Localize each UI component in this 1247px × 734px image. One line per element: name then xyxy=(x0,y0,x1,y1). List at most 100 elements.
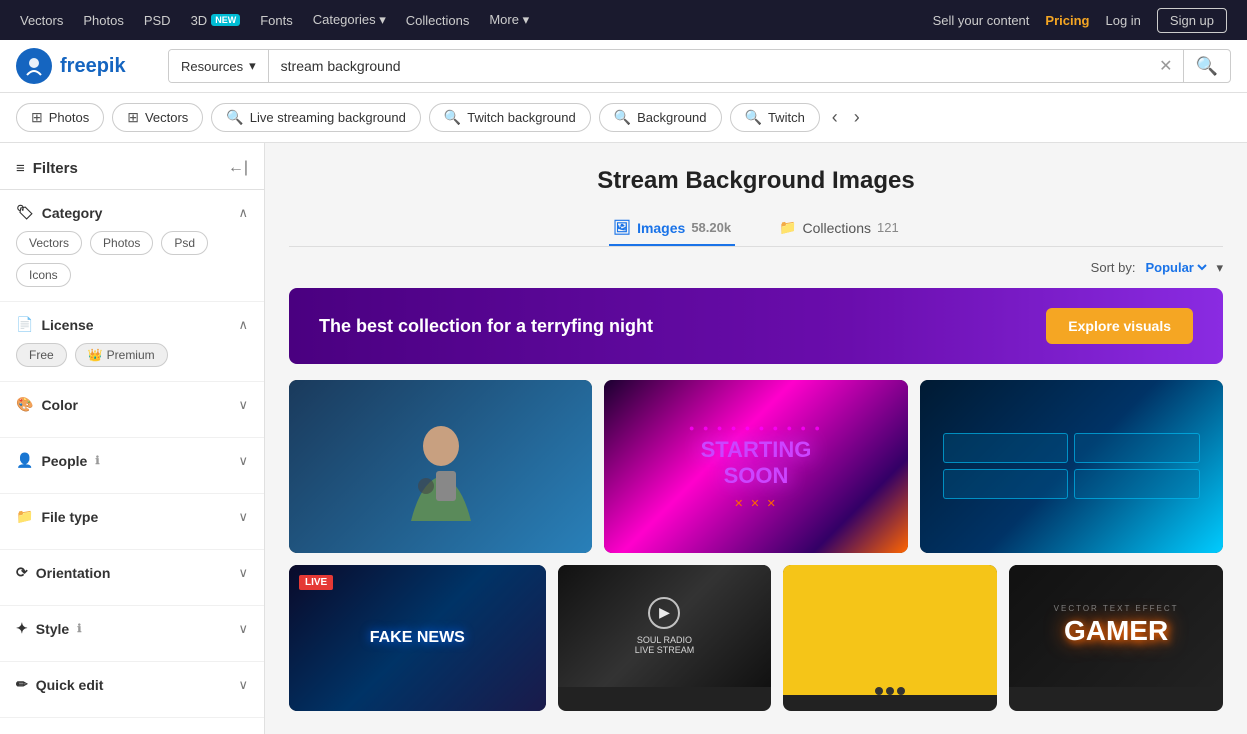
category-icon: 🏷 xyxy=(16,204,34,221)
category-tags: Vectors Photos Psd Icons xyxy=(16,231,248,287)
style-info-icon: ℹ xyxy=(77,622,81,635)
chip-background[interactable]: 🔍 Background xyxy=(599,103,722,132)
clear-search-button[interactable]: ✕ xyxy=(1149,50,1182,82)
filters-title: ≡ Filters xyxy=(16,160,78,177)
style-header[interactable]: ✦ Style ℹ ∨ xyxy=(16,620,248,637)
category-header[interactable]: 🏷 Category ∧ xyxy=(16,204,248,221)
filetype-chevron-icon: ∨ xyxy=(238,509,248,525)
content-area: Stream Background Images 🖼 Images 58.20k… xyxy=(265,143,1247,734)
image-card-5[interactable]: ▶ SOUL RADIOLIVE STREAM xyxy=(558,565,772,711)
orientation-title: ⟳ Orientation xyxy=(16,564,110,581)
license-icon: 📄 xyxy=(16,316,33,333)
category-psd[interactable]: Psd xyxy=(161,231,208,255)
nav-login[interactable]: Log in xyxy=(1105,13,1140,28)
search-wrapper: Resources ▾ ✕ 🔍 xyxy=(168,49,1231,83)
chip-live-streaming[interactable]: 🔍 Live streaming background xyxy=(211,103,421,132)
promo-banner: The best collection for a terryfing nigh… xyxy=(289,288,1223,364)
orientation-header[interactable]: ⟳ Orientation ∨ xyxy=(16,564,248,581)
image-grid-row-2: LIVE FAKE NEWS ▶ SOUL RADIOLIVE STREAM xyxy=(289,565,1223,711)
people-chevron-icon: ∨ xyxy=(238,453,248,469)
sidebar-section-category: 🏷 Category ∧ Vectors Photos Psd Icons xyxy=(0,190,264,302)
image-card-7[interactable]: VECTOR TEXT EFFECT GAMER xyxy=(1009,565,1223,711)
nav-signup-button[interactable]: Sign up xyxy=(1157,8,1227,33)
quickedit-chevron-icon: ∨ xyxy=(238,677,248,693)
license-premium[interactable]: 👑 Premium xyxy=(75,343,168,367)
color-chevron-icon: ∨ xyxy=(238,397,248,413)
sidebar-header: ≡ Filters ←| xyxy=(0,159,264,190)
quickedit-header[interactable]: ✏ Quick edit ∨ xyxy=(16,676,248,693)
palette-icon: 🎨 xyxy=(16,396,33,413)
file-icon: 📁 xyxy=(16,508,33,525)
category-chevron-icon: ∧ xyxy=(238,205,248,221)
orientation-icon: ⟳ xyxy=(16,564,28,581)
image-tab-icon: 🖼 xyxy=(613,219,631,236)
category-title: 🏷 Category xyxy=(16,204,102,221)
nav-categories[interactable]: Categories ▾ xyxy=(313,12,386,28)
category-icons[interactable]: Icons xyxy=(16,263,71,287)
image-card-1[interactable] xyxy=(289,380,592,553)
chips-prev-button[interactable]: ‹ xyxy=(828,107,842,128)
new-badge: NEW xyxy=(211,14,240,26)
sort-select[interactable]: Popular xyxy=(1141,259,1210,276)
image-card-3[interactable] xyxy=(920,380,1223,553)
nav-photos[interactable]: Photos xyxy=(83,13,123,28)
logo-icon xyxy=(16,48,52,84)
nav-fonts[interactable]: Fonts xyxy=(260,13,293,28)
explore-visuals-button[interactable]: Explore visuals xyxy=(1046,308,1193,344)
top-nav-left: Vectors Photos PSD 3D NEW Fonts Categori… xyxy=(20,12,529,28)
nav-psd[interactable]: PSD xyxy=(144,13,171,28)
top-nav-right: Sell your content Pricing Log in Sign up xyxy=(933,8,1227,33)
license-chevron-icon: ∧ xyxy=(238,317,248,333)
license-free[interactable]: Free xyxy=(16,343,67,367)
nav-vectors[interactable]: Vectors xyxy=(20,13,63,28)
image-card-4[interactable]: LIVE FAKE NEWS xyxy=(289,565,546,711)
category-photos[interactable]: Photos xyxy=(90,231,153,255)
nav-3d[interactable]: 3D NEW xyxy=(191,13,241,28)
top-nav: Vectors Photos PSD 3D NEW Fonts Categori… xyxy=(0,0,1247,40)
filetype-title: 📁 File type xyxy=(16,508,98,525)
play-icon: ▶ xyxy=(648,597,680,629)
category-vectors[interactable]: Vectors xyxy=(16,231,82,255)
promo-text: The best collection for a terryfing nigh… xyxy=(319,316,653,337)
nav-more[interactable]: More ▾ xyxy=(489,12,529,28)
resource-dropdown[interactable]: Resources ▾ xyxy=(169,50,269,82)
search-chip-icon-1: 🔍 xyxy=(226,109,243,126)
sidebar-collapse-button[interactable]: ←| xyxy=(228,159,248,177)
main-layout: ≡ Filters ←| 🏷 Category ∧ Vectors Photos… xyxy=(0,143,1247,734)
search-button[interactable]: 🔍 xyxy=(1183,50,1230,82)
search-input[interactable] xyxy=(269,50,1150,82)
sidebar-section-style: ✦ Style ℹ ∨ xyxy=(0,606,264,662)
license-header[interactable]: 📄 License ∧ xyxy=(16,316,248,333)
crown-icon: 👑 xyxy=(88,348,103,362)
nav-sell[interactable]: Sell your content xyxy=(933,13,1030,28)
tab-collections[interactable]: 📁 Collections 121 xyxy=(775,211,903,246)
color-header[interactable]: 🎨 Color ∨ xyxy=(16,396,248,413)
filters-icon: ≡ xyxy=(16,160,25,177)
license-title: 📄 License xyxy=(16,316,94,333)
style-icon: ✦ xyxy=(16,620,28,637)
sidebar-section-quickedit: ✏ Quick edit ∨ xyxy=(0,662,264,718)
chip-photos[interactable]: ⊞ Photos xyxy=(16,103,104,132)
fake-news-badge: LIVE xyxy=(299,575,333,590)
image-card-2[interactable]: ● ● ● ● ● ● ● ● ● ● STARTINGSOON ✕ ✕ ✕ xyxy=(604,380,907,553)
people-info-icon: ℹ xyxy=(95,454,99,467)
nav-collections[interactable]: Collections xyxy=(406,13,470,28)
chip-twitch[interactable]: 🔍 Twitch xyxy=(730,103,820,132)
people-header[interactable]: 👤 People ℹ ∨ xyxy=(16,452,248,469)
chip-vectors[interactable]: ⊞ Vectors xyxy=(112,103,203,132)
sidebar-section-people: 👤 People ℹ ∨ xyxy=(0,438,264,494)
filter-chips-bar: ⊞ Photos ⊞ Vectors 🔍 Live streaming back… xyxy=(0,93,1247,143)
chip-twitch-background[interactable]: 🔍 Twitch background xyxy=(429,103,591,132)
chips-next-button[interactable]: › xyxy=(850,107,864,128)
page-title: Stream Background Images xyxy=(289,167,1223,195)
folder-tab-icon: 📁 xyxy=(779,219,796,236)
sort-row: Sort by: Popular ▾ xyxy=(289,259,1223,276)
filetype-header[interactable]: 📁 File type ∨ xyxy=(16,508,248,525)
style-chevron-icon: ∨ xyxy=(238,621,248,637)
search-chip-icon-3: 🔍 xyxy=(614,109,631,126)
tab-images[interactable]: 🖼 Images 58.20k xyxy=(609,211,735,246)
nav-pricing[interactable]: Pricing xyxy=(1045,13,1089,28)
logo[interactable]: freepik xyxy=(16,48,156,84)
image-card-6[interactable]: LIVE xyxy=(783,565,997,711)
people-title: 👤 People ℹ xyxy=(16,452,100,469)
